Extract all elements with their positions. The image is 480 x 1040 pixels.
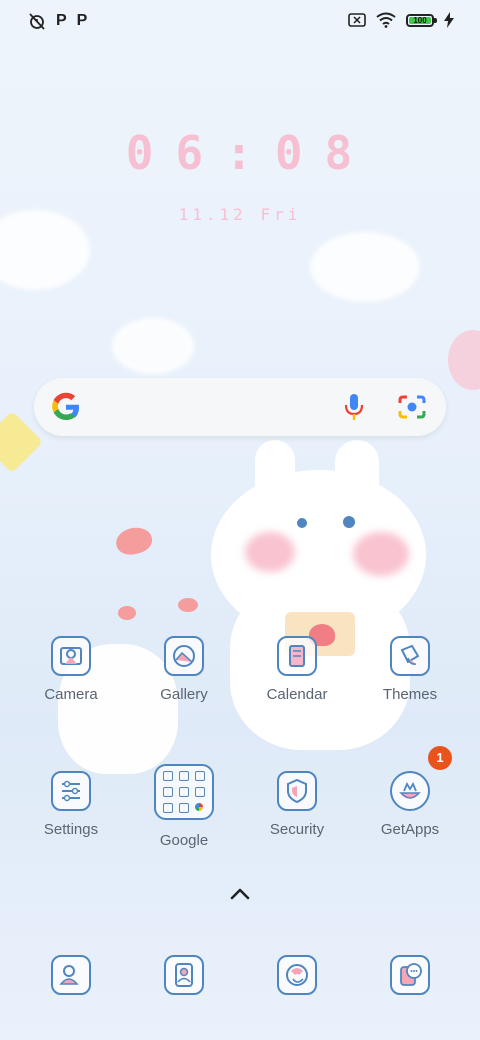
- app-label: Settings: [43, 821, 99, 838]
- folder-mini-icon: [179, 803, 189, 813]
- google-logo: [52, 392, 79, 420]
- heart-decoration: [118, 606, 136, 620]
- gallery-icon: [164, 636, 204, 676]
- heart-decoration: [178, 598, 198, 612]
- app-camera[interactable]: Camera: [21, 636, 121, 703]
- getapps-icon: [390, 771, 430, 811]
- camera-icon: [51, 636, 91, 676]
- app-security[interactable]: Security: [247, 771, 347, 838]
- pink-paw-decoration: [448, 330, 480, 390]
- calendar-icon: [277, 636, 317, 676]
- clock-date[interactable]: 11.12 Fri: [0, 205, 480, 224]
- app-label: Gallery: [160, 686, 208, 703]
- messaging-icon[interactable]: [390, 955, 430, 995]
- security-icon: [277, 771, 317, 811]
- app-getapps[interactable]: GetApps: [360, 771, 460, 838]
- app-settings[interactable]: Settings: [21, 771, 121, 838]
- app-label: GetApps: [380, 821, 440, 838]
- app-google-folder[interactable]: Google: [134, 764, 234, 849]
- folder-mini-icon: [195, 803, 203, 811]
- app-calendar[interactable]: Calendar: [247, 636, 347, 703]
- folder-mini-icon: [163, 771, 173, 781]
- status-bar: P P 100: [0, 0, 480, 44]
- bunny-illustration: [205, 430, 440, 760]
- google-search-bar[interactable]: [34, 378, 446, 436]
- app-label: Themes: [382, 686, 438, 703]
- battery-icon: 100: [406, 13, 437, 27]
- app-label: Camera: [44, 686, 98, 703]
- folder-mini-icon: [179, 787, 189, 797]
- notification-badge: 1: [428, 746, 452, 770]
- folder-mini-icon: [163, 787, 173, 797]
- settings-icon: [51, 771, 91, 811]
- app-themes[interactable]: Themes: [360, 636, 460, 703]
- app-gallery[interactable]: Gallery: [134, 636, 234, 703]
- contacts-icon[interactable]: [164, 955, 204, 995]
- app-label: Security: [269, 821, 325, 838]
- app-label: Google: [159, 832, 209, 849]
- folder-mini-icon: [179, 771, 189, 781]
- clock-time[interactable]: 06:08: [0, 126, 480, 180]
- dock: [0, 940, 480, 1010]
- browser-icon[interactable]: [277, 955, 317, 995]
- folder-mini-icon: [195, 787, 205, 797]
- google-folder-icon: [154, 764, 214, 820]
- voice-search-icon[interactable]: [340, 392, 368, 422]
- battery-level: 100: [409, 16, 431, 25]
- phone-icon[interactable]: [51, 955, 91, 995]
- heart-decoration: [113, 524, 155, 558]
- alarm-off-icon: [29, 13, 45, 30]
- sim-off-icon: [348, 13, 366, 27]
- app-label: Calendar: [266, 686, 328, 703]
- wifi-icon: [376, 12, 396, 28]
- charging-icon: [444, 12, 454, 28]
- chevron-up-icon[interactable]: [228, 886, 252, 902]
- p-notification-icon: P: [76, 12, 88, 29]
- p-notification-icon: P: [56, 12, 67, 29]
- lens-icon[interactable]: [396, 392, 428, 422]
- themes-icon: [390, 636, 430, 676]
- folder-mini-icon: [163, 803, 173, 813]
- folder-mini-icon: [195, 771, 205, 781]
